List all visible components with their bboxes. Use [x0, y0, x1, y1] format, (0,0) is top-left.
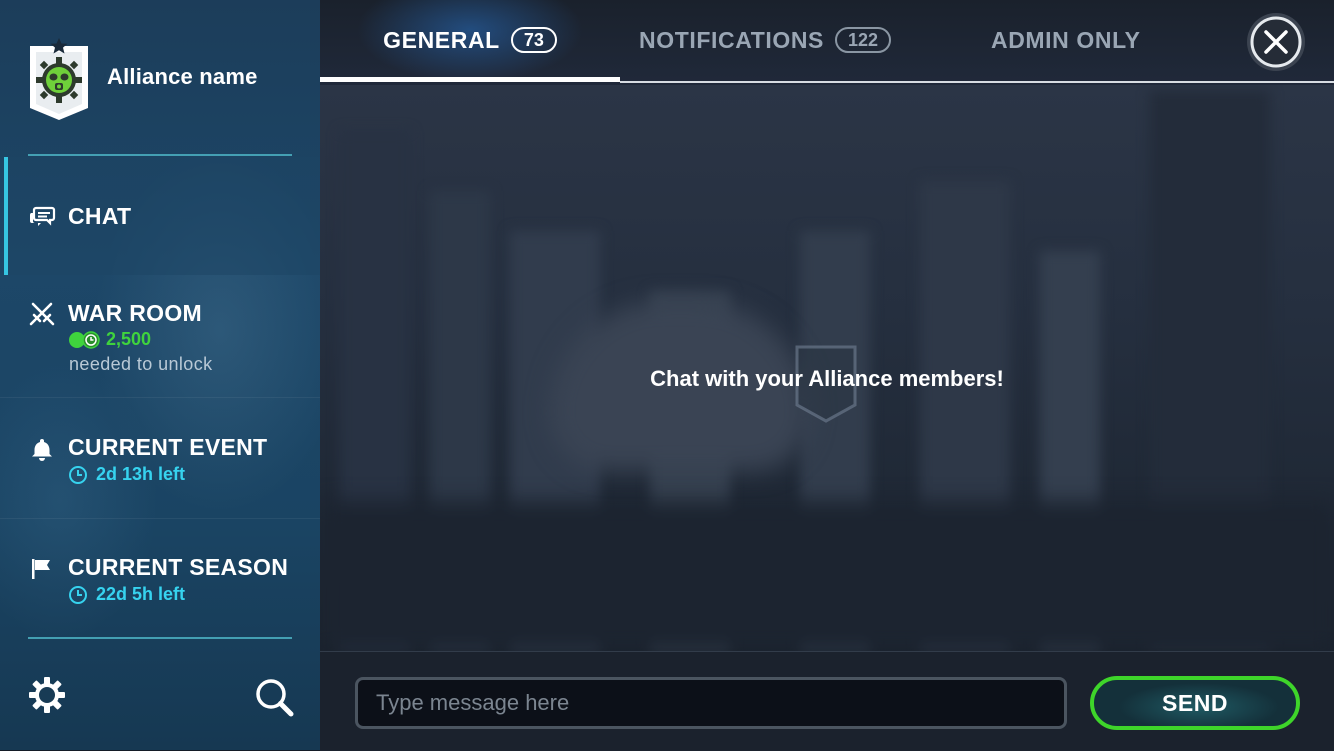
alliance-emblem-icon — [30, 38, 88, 120]
tab-admin-only[interactable]: ADMIN ONLY — [991, 0, 1141, 80]
coin-clock-icon — [69, 330, 100, 349]
empty-chat-state: Chat with your Alliance members! — [320, 340, 1334, 430]
unread-count-badge: 122 — [834, 27, 892, 53]
sidebar-item-war-room[interactable]: WAR ROOM 2,500 needed to unlock — [0, 276, 320, 398]
active-tab-indicator — [320, 77, 620, 82]
send-button[interactable]: SEND — [1090, 676, 1300, 730]
sidebar-item-current-event[interactable]: CURRENT EVENT 2d 13h left — [0, 398, 320, 519]
tab-label: ADMIN ONLY — [991, 26, 1141, 53]
event-timer: 2d 13h left — [68, 464, 185, 485]
bell-icon — [32, 439, 52, 461]
tab-bar-divider — [620, 81, 1334, 83]
season-timer: 22d 5h left — [68, 584, 185, 605]
sidebar-item-chat[interactable]: CHAT — [0, 157, 320, 275]
tab-label: NOTIFICATIONS — [639, 26, 824, 53]
flag-icon — [32, 559, 50, 579]
alliance-header: Alliance name — [0, 0, 320, 150]
unlock-requirement-text: needed to unlock — [69, 354, 213, 374]
sidebar-item-label: WAR ROOM — [68, 300, 202, 326]
season-time-left: 22d 5h left — [96, 584, 186, 604]
alliance-sidebar: Alliance name CHAT WAR ROOM 2,500 needed… — [0, 0, 320, 750]
gear-icon[interactable] — [28, 676, 66, 714]
unlock-cost: 2,500 — [68, 329, 151, 350]
sidebar-item-label: CURRENT SEASON — [68, 554, 289, 580]
empty-state-message: Chat with your Alliance members! — [650, 366, 1004, 391]
crossed-swords-icon — [29, 302, 55, 326]
sidebar-divider — [28, 637, 292, 639]
sidebar-item-label: CURRENT EVENT — [68, 434, 268, 460]
clock-icon — [69, 465, 87, 484]
chat-panel: GENERAL 73 NOTIFICATIONS 122 ADMIN ONLY … — [320, 0, 1334, 751]
event-time-left: 2d 13h left — [96, 464, 186, 484]
cost-amount: 2,500 — [106, 329, 152, 349]
search-icon[interactable] — [254, 677, 294, 717]
unread-count-badge: 73 — [510, 27, 557, 53]
tab-label: GENERAL — [383, 26, 500, 53]
alliance-name: Alliance name — [107, 64, 258, 89]
tab-notifications[interactable]: NOTIFICATIONS 122 — [639, 0, 892, 80]
message-composer: SEND — [320, 651, 1334, 751]
active-indicator — [4, 157, 8, 275]
close-icon[interactable] — [1245, 11, 1307, 73]
chat-bubbles-icon — [29, 206, 56, 226]
clock-icon — [69, 585, 87, 604]
sidebar-divider — [28, 154, 292, 156]
message-input[interactable] — [355, 677, 1067, 729]
chat-tab-bar: GENERAL 73 NOTIFICATIONS 122 ADMIN ONLY — [320, 0, 1334, 85]
tab-general[interactable]: GENERAL 73 — [320, 0, 620, 80]
sidebar-item-label: CHAT — [68, 203, 132, 229]
sidebar-item-current-season[interactable]: CURRENT SEASON 22d 5h left — [0, 519, 320, 636]
